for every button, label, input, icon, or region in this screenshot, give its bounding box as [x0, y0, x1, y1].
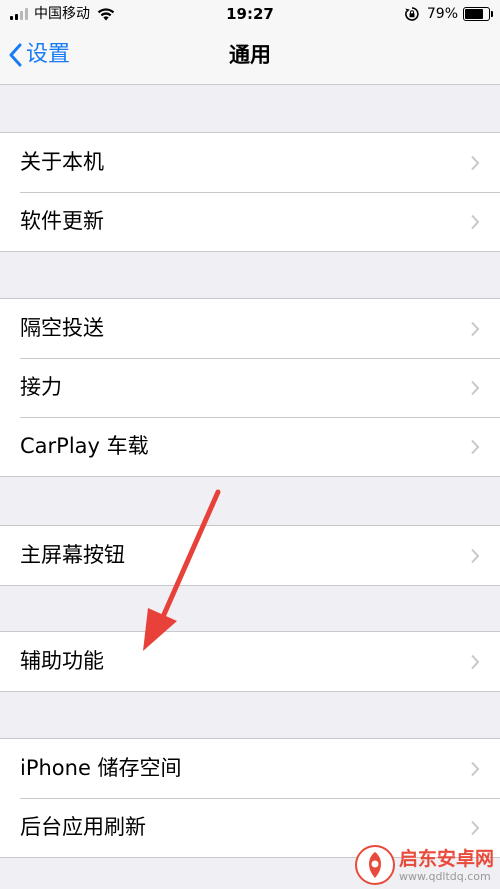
row-label: 后台应用刷新 [20, 815, 146, 839]
chevron-right-icon [471, 548, 480, 564]
row-label: 隔空投送 [20, 316, 104, 340]
row-carplay[interactable]: CarPlay 车载 [0, 417, 500, 476]
settings-group-2: 隔空投送 接力 CarPlay 车载 [0, 298, 500, 477]
row-accessibility[interactable]: 辅助功能 [0, 632, 500, 691]
chevron-right-icon [471, 155, 480, 171]
settings-group-5: iPhone 储存空间 后台应用刷新 [0, 738, 500, 858]
row-label: iPhone 储存空间 [20, 756, 182, 780]
row-label: 软件更新 [20, 209, 104, 233]
row-iphone-storage[interactable]: iPhone 储存空间 [0, 739, 500, 798]
watermark-logo-icon [354, 845, 395, 885]
row-label: 关于本机 [20, 150, 104, 174]
page-title: 通用 [229, 43, 271, 67]
settings-group-1: 关于本机 软件更新 [0, 132, 500, 252]
chevron-right-icon [471, 820, 480, 836]
chevron-right-icon [471, 761, 480, 777]
row-label: 主屏幕按钮 [20, 543, 125, 567]
row-about[interactable]: 关于本机 [0, 133, 500, 192]
watermark-title: 启东安卓网 [398, 847, 494, 870]
settings-group-3: 主屏幕按钮 [0, 525, 500, 586]
settings-group-4: 辅助功能 [0, 631, 500, 692]
rotation-lock-icon [405, 7, 419, 21]
watermark-url: www.qdltdq.com [398, 869, 491, 883]
chevron-right-icon [471, 321, 480, 337]
status-bar: 中国移动 19:27 79% [0, 0, 500, 28]
chevron-right-icon [471, 214, 480, 230]
battery-percent: 79% [426, 6, 458, 22]
chevron-right-icon [471, 380, 480, 396]
battery-fill [465, 9, 484, 19]
row-software-update[interactable]: 软件更新 [0, 192, 500, 251]
watermark: 启东安卓网 www.qdltdq.com [354, 845, 494, 885]
row-label: CarPlay 车载 [20, 434, 149, 458]
row-airdrop[interactable]: 隔空投送 [0, 299, 500, 358]
row-label: 接力 [20, 375, 62, 399]
battery-icon [463, 7, 493, 21]
row-label: 辅助功能 [20, 649, 104, 673]
row-home-button[interactable]: 主屏幕按钮 [0, 526, 500, 585]
navigation-bar: 设置 通用 [0, 28, 500, 85]
status-right: 79% [405, 5, 493, 23]
chevron-right-icon [471, 654, 480, 670]
row-handoff[interactable]: 接力 [0, 358, 500, 417]
chevron-right-icon [471, 439, 480, 455]
watermark-text: 启东安卓网 www.qdltdq.com [399, 848, 494, 883]
